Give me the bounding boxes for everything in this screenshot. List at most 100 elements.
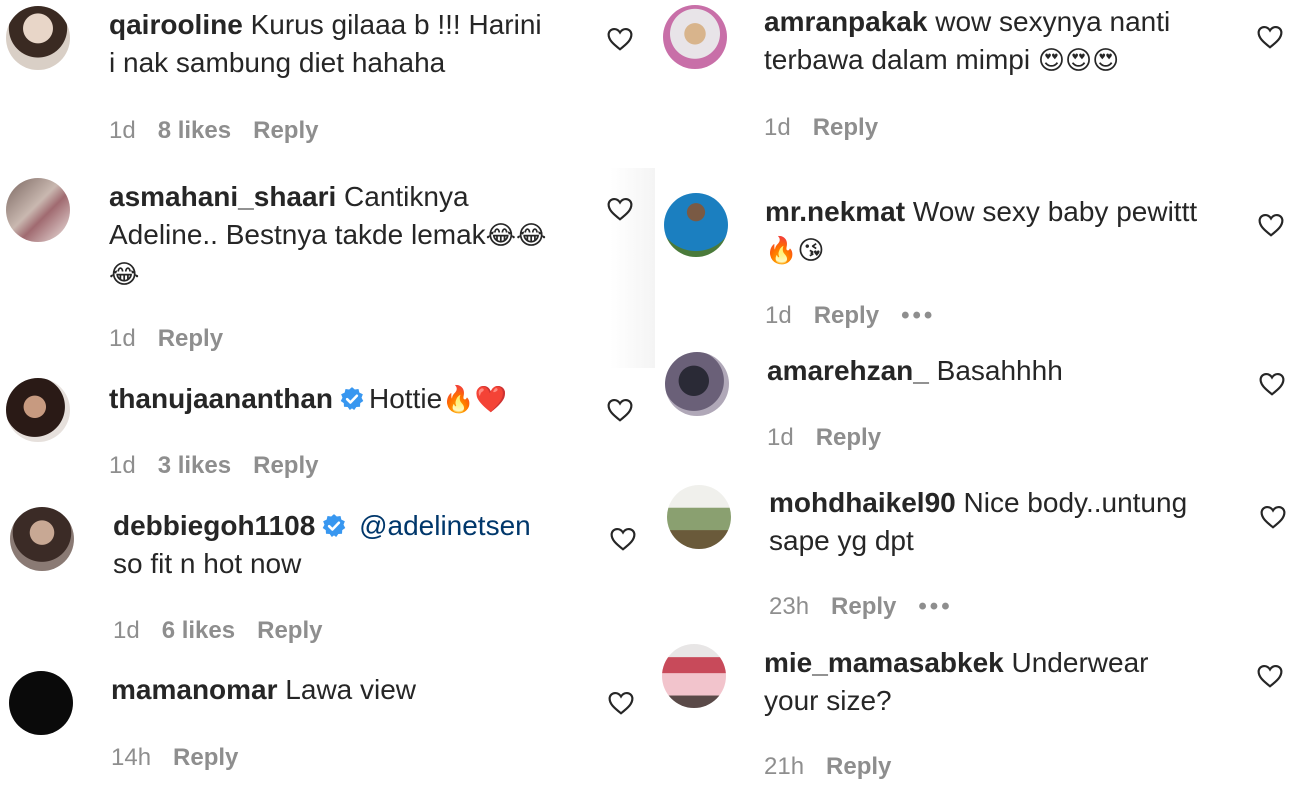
comment-meta: 1d 6 likes Reply [113, 617, 344, 645]
comments-column-right: amranpakak wow sexynya nanti terbawa dal… [655, 0, 1309, 800]
heart-outline-icon[interactable] [1259, 372, 1285, 396]
comment-text: Hottie [369, 383, 443, 414]
reply-button[interactable]: Reply [253, 117, 318, 144]
comment-time[interactable]: 21h [764, 753, 804, 780]
comment-meta: 1d Reply [764, 114, 900, 142]
comment-time[interactable]: 1d [113, 617, 140, 644]
comment-text-line2: i nak sambung diet hahaha [109, 47, 446, 78]
comment-meta: 1d 8 likes Reply [109, 117, 340, 145]
comment-text: Underwear [1003, 647, 1149, 678]
avatar[interactable] [663, 5, 727, 69]
comment-text: Nice body..untung [955, 487, 1188, 518]
avatar[interactable] [667, 485, 731, 549]
comment-body: amranpakak wow sexynya nanti terbawa dal… [764, 3, 1170, 80]
comment-time[interactable]: 1d [764, 114, 791, 141]
comment-text: Lawa view [277, 674, 417, 705]
heart-outline-icon[interactable] [610, 527, 636, 551]
reply-button[interactable]: Reply [831, 593, 896, 620]
comment-text: Basahhhh [928, 355, 1063, 386]
heart-outline-icon[interactable] [607, 398, 633, 422]
comment-meta: 14h Reply [111, 744, 260, 772]
comment-body: debbiegoh1108 @adelinetsen so fit n hot … [113, 507, 531, 583]
comment-body: amarehzan_ Basahhhh [767, 352, 1063, 390]
reply-button[interactable]: Reply [813, 114, 878, 141]
avatar[interactable] [664, 193, 728, 257]
heart-outline-icon[interactable] [607, 27, 633, 51]
reply-button[interactable]: Reply [173, 744, 238, 771]
comment-body: mamanomar Lawa view [111, 671, 416, 709]
fire-kiss-emoji: 🔥😘 [765, 236, 825, 266]
heart-outline-icon[interactable] [1257, 25, 1283, 49]
reply-button[interactable]: Reply [816, 424, 881, 451]
heart-outline-icon[interactable] [1260, 505, 1286, 529]
comment-text-line2: terbawa dalam mimpi [764, 44, 1038, 75]
avatar[interactable] [662, 644, 726, 708]
comment-username[interactable]: amranpakak [764, 6, 927, 37]
comment-body: thanujaananthan Hottie🔥❤️ [109, 380, 507, 419]
comment-username[interactable]: mr.nekmat [765, 196, 905, 227]
comment-text-line2: sape yg dpt [769, 525, 914, 556]
comment-time[interactable]: 1d [109, 117, 136, 144]
comment-time[interactable]: 1d [765, 302, 792, 329]
more-options-icon[interactable]: ••• [918, 593, 952, 620]
more-options-icon[interactable]: ••• [901, 302, 935, 329]
reply-button[interactable]: Reply [814, 302, 879, 329]
comment-text: Kurus gilaaa b !!! Harini [242, 9, 542, 40]
comment-username[interactable]: debbiegoh1108 [113, 510, 315, 541]
comment-username[interactable]: mie_mamasabkek [764, 647, 1004, 678]
laughing-emoji: 😂 [109, 260, 140, 290]
verified-badge-icon [321, 513, 347, 539]
comment-time[interactable]: 1d [109, 325, 136, 352]
heart-outline-icon[interactable] [608, 691, 634, 715]
likes-count[interactable]: 3 likes [158, 452, 231, 479]
comment-username[interactable]: qairooline [109, 9, 243, 40]
mention-link[interactable]: @adelinetsen [359, 510, 531, 541]
comment-text-line2: Adeline.. Bestnya takde lemak [109, 219, 486, 250]
comment-body: qairooline Kurus gilaaa b !!! Harini i n… [109, 6, 542, 82]
comment-time[interactable]: 23h [769, 593, 809, 620]
comment-body: mie_mamasabkek Underwear your size? [764, 644, 1148, 720]
verified-badge-icon [339, 386, 365, 412]
comment-body: asmahani_shaari Cantiknya Adeline.. Best… [109, 178, 546, 294]
heart-outline-icon[interactable] [607, 197, 633, 221]
comment-meta: 1d Reply [109, 325, 245, 353]
comment-text-line2: your size? [764, 685, 892, 716]
comment-meta: 21h Reply [764, 753, 913, 781]
comment-meta: 1d 3 likes Reply [109, 452, 340, 480]
avatar[interactable] [6, 378, 70, 442]
comment-meta: 1d Reply ••• [765, 302, 957, 330]
comment-username[interactable]: thanujaananthan [109, 383, 333, 414]
likes-count[interactable]: 6 likes [162, 617, 235, 644]
reply-button[interactable]: Reply [826, 753, 891, 780]
comment-username[interactable]: mohdhaikel90 [769, 487, 956, 518]
likes-count[interactable]: 8 likes [158, 117, 231, 144]
heart-outline-icon[interactable] [1258, 213, 1284, 237]
heart-outline-icon[interactable] [1257, 664, 1283, 688]
comment-body: mohdhaikel90 Nice body..untung sape yg d… [769, 484, 1187, 560]
laughing-emoji: 😂😂 [485, 221, 547, 251]
reply-button[interactable]: Reply [257, 617, 322, 644]
reply-button[interactable]: Reply [158, 325, 223, 352]
comment-meta: 23h Reply ••• [769, 593, 975, 621]
comment-username[interactable]: amarehzan_ [767, 355, 929, 386]
comment-text: Cantiknya [336, 181, 469, 212]
fire-heart-emoji: 🔥❤️ [442, 385, 507, 415]
comment-username[interactable]: asmahani_shaari [109, 181, 336, 212]
comment-text: Wow sexy baby pewittt [905, 196, 1198, 227]
comment-time[interactable]: 14h [111, 744, 151, 771]
avatar[interactable] [10, 507, 74, 571]
avatar[interactable] [9, 671, 73, 735]
avatar[interactable] [6, 6, 70, 70]
comment-time[interactable]: 1d [767, 424, 794, 451]
comment-time[interactable]: 1d [109, 452, 136, 479]
comment-text: wow sexynya nanti [927, 6, 1171, 37]
comments-column-left: qairooline Kurus gilaaa b !!! Harini i n… [0, 0, 655, 800]
comment-body: mr.nekmat Wow sexy baby pewittt 🔥😘 [765, 193, 1197, 270]
avatar[interactable] [665, 352, 729, 416]
comment-text-line2: so fit n hot now [113, 548, 302, 579]
comment-meta: 1d Reply [767, 424, 903, 452]
heart-eyes-emoji: 😍😍😍 [1037, 46, 1120, 76]
reply-button[interactable]: Reply [253, 452, 318, 479]
comment-username[interactable]: mamanomar [111, 674, 278, 705]
avatar[interactable] [6, 178, 70, 242]
